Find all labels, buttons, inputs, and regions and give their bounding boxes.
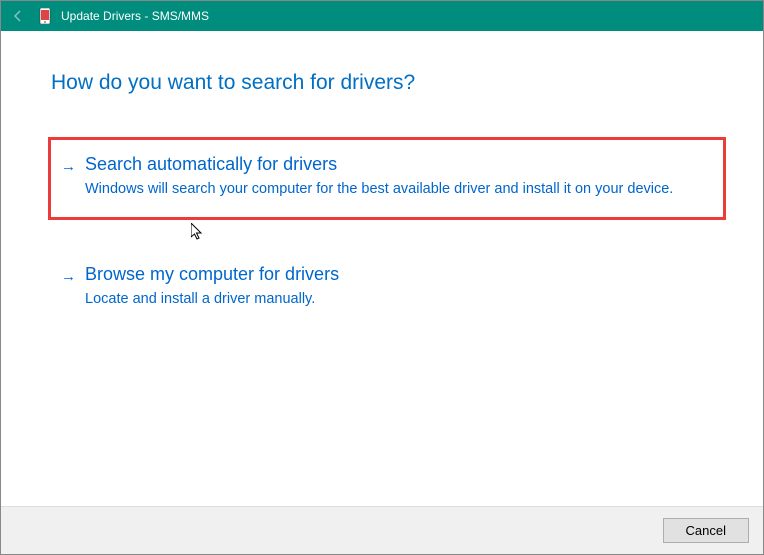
window-title: Update Drivers - SMS/MMS xyxy=(61,9,209,23)
option-title: Browse my computer for drivers xyxy=(85,264,703,285)
option-desc: Windows will search your computer for th… xyxy=(85,179,703,199)
option-desc: Locate and install a driver manually. xyxy=(85,289,703,309)
cancel-button[interactable]: Cancel xyxy=(663,518,749,543)
arrow-right-icon: → xyxy=(61,154,85,199)
page-heading: How do you want to search for drivers? xyxy=(51,71,723,95)
arrow-right-icon: → xyxy=(61,264,85,309)
option-browse-computer[interactable]: → Browse my computer for drivers Locate … xyxy=(51,250,723,327)
option-search-automatically[interactable]: → Search automatically for drivers Windo… xyxy=(48,137,726,220)
dialog-footer: Cancel xyxy=(1,506,763,554)
device-icon xyxy=(37,8,53,24)
option-title: Search automatically for drivers xyxy=(85,154,703,175)
titlebar: Update Drivers - SMS/MMS xyxy=(1,1,763,31)
dialog-content: How do you want to search for drivers? →… xyxy=(1,31,763,328)
back-arrow-icon xyxy=(9,7,27,25)
